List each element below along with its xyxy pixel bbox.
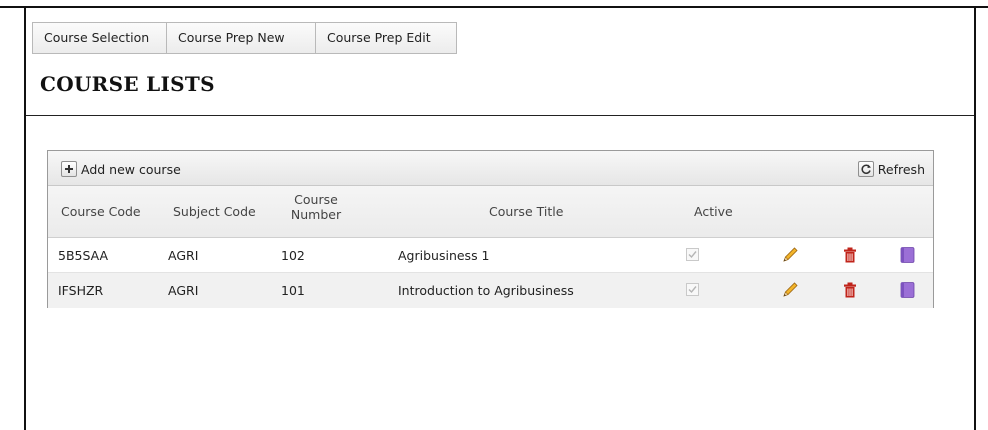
trash-icon[interactable] (841, 281, 859, 299)
table-row: 5B5SAA AGRI 102 Agribusiness 1 (48, 238, 933, 273)
add-new-course-button[interactable]: Add new course (61, 160, 181, 178)
add-new-course-label: Add new course (81, 161, 181, 177)
tab-course-selection[interactable]: Course Selection (33, 23, 167, 53)
app-frame: Course Selection Course Prep New Course … (0, 0, 988, 430)
pencil-icon[interactable] (781, 281, 799, 299)
course-title-cell: Agribusiness 1 (398, 248, 490, 263)
right-border (974, 8, 976, 430)
column-header-course-number[interactable]: Course Number (286, 192, 346, 222)
header-divider (26, 115, 974, 116)
grid-toolbar: Add new course Refresh (48, 151, 933, 186)
course-number-cell: 101 (281, 283, 305, 298)
refresh-label: Refresh (877, 161, 925, 177)
tab-bar: Course Selection Course Prep New Course … (32, 22, 457, 54)
active-checkbox[interactable] (686, 248, 699, 261)
tab-course-prep-new[interactable]: Course Prep New (167, 23, 316, 53)
page-title: COURSE LISTS (40, 72, 215, 96)
course-number-header-line2: Number (290, 207, 342, 222)
book-icon[interactable] (898, 246, 916, 264)
course-code-cell: 5B5SAA (58, 248, 109, 263)
refresh-button[interactable]: Refresh (857, 160, 925, 178)
trash-icon[interactable] (841, 246, 859, 264)
plus-icon (61, 161, 77, 177)
pencil-icon[interactable] (781, 246, 799, 264)
column-header-active[interactable]: Active (694, 204, 733, 219)
top-border (0, 6, 988, 8)
column-header-course-code[interactable]: Course Code (61, 204, 141, 219)
column-header-subject-code[interactable]: Subject Code (173, 204, 256, 219)
refresh-icon (857, 161, 874, 177)
column-header-row: Course Code Subject Code Course Number C… (48, 186, 933, 238)
active-checkbox[interactable] (686, 283, 699, 296)
course-code-cell: IFSHZR (58, 283, 104, 298)
course-title-cell: Introduction to Agribusiness (398, 283, 574, 298)
column-header-course-title[interactable]: Course Title (489, 204, 563, 219)
course-grid: Add new course Refresh Course Code Subje… (47, 150, 934, 308)
course-number-cell: 102 (281, 248, 305, 263)
left-border (24, 8, 26, 430)
course-number-header-line1: Course (294, 192, 338, 207)
table-row: IFSHZR AGRI 101 Introduction to Agribusi… (48, 273, 933, 308)
subject-code-cell: AGRI (168, 248, 199, 263)
subject-code-cell: AGRI (168, 283, 199, 298)
tab-course-prep-edit[interactable]: Course Prep Edit (316, 23, 456, 53)
book-icon[interactable] (898, 281, 916, 299)
